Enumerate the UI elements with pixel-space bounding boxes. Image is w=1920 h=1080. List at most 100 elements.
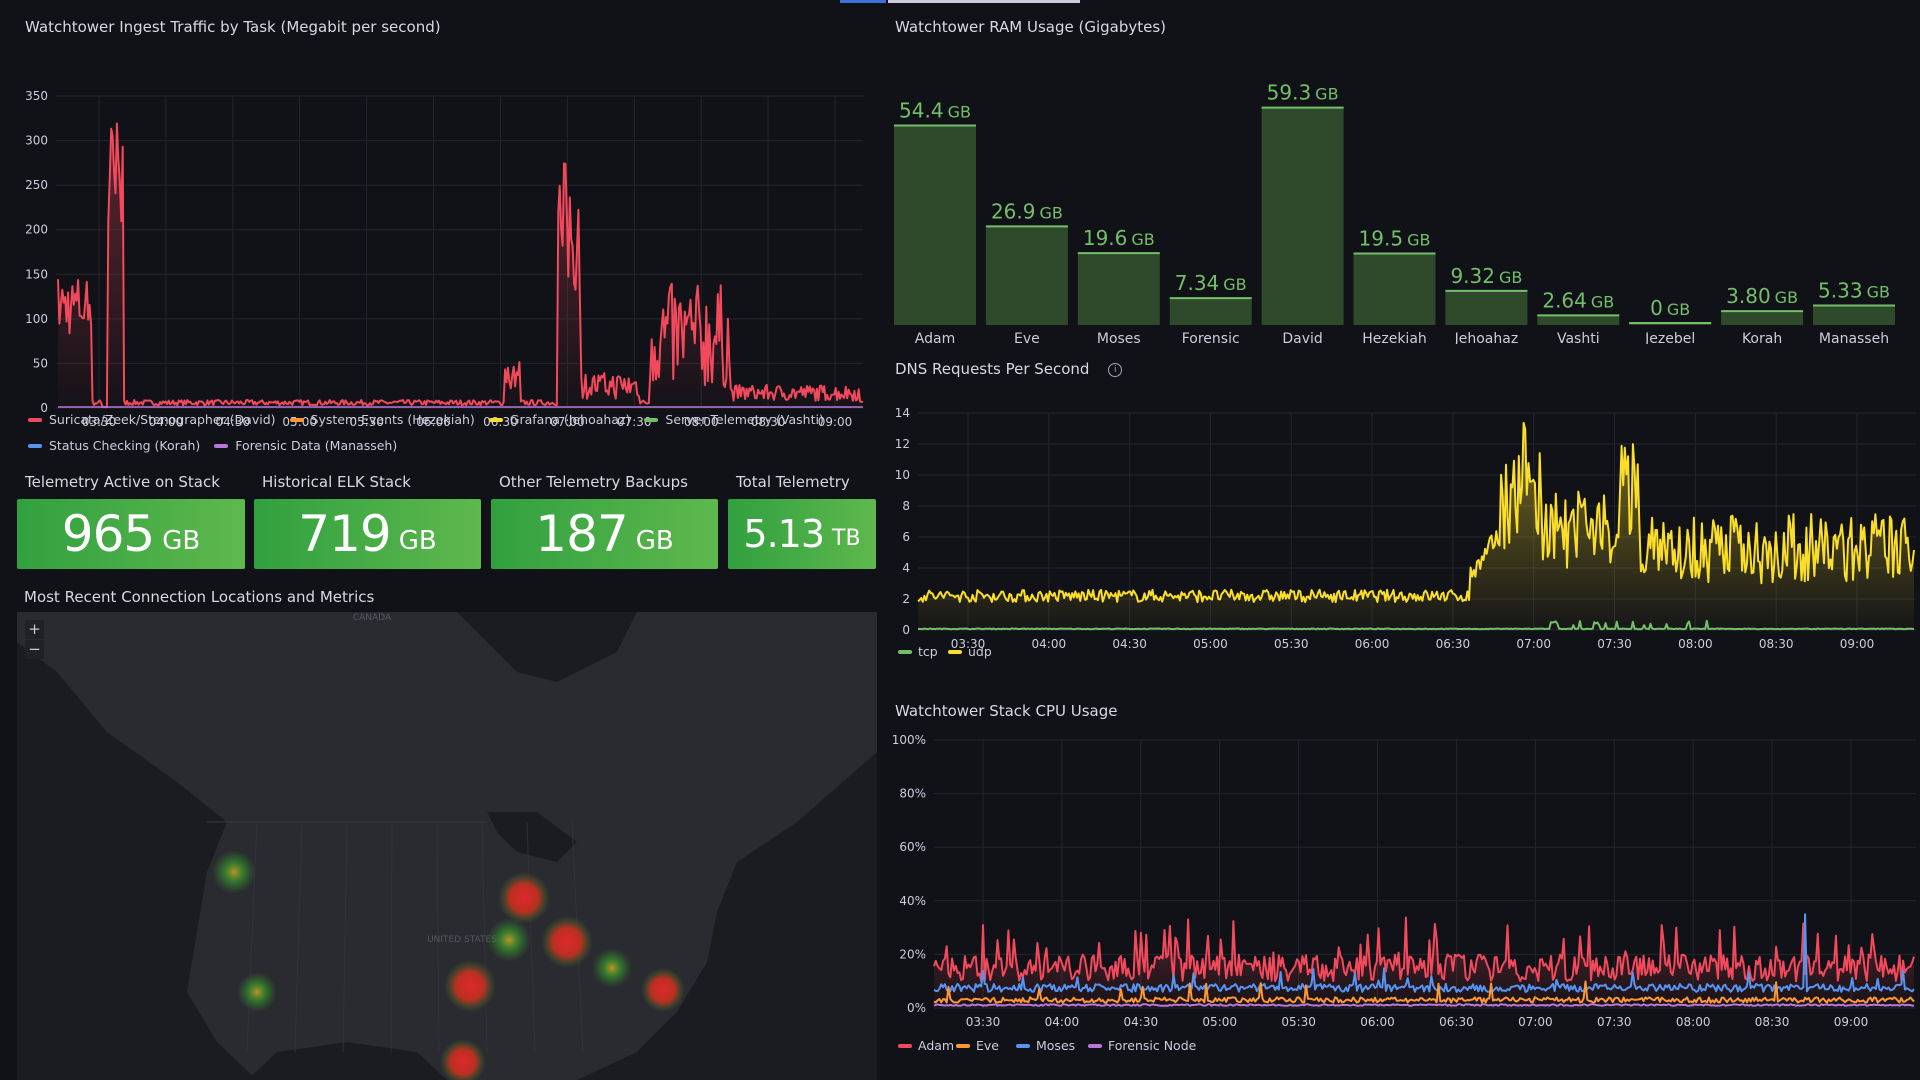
ram-bar-manasseh: 5.33 GB Manasseh (1813, 278, 1895, 344)
x-tick-label: 04:30 (1124, 1015, 1159, 1029)
bar-category-label: Korah (1742, 331, 1782, 344)
dns-title: DNS Requests Per Second (895, 360, 1090, 378)
legend-swatch (644, 418, 659, 422)
legend-swatch (214, 444, 229, 448)
ingest-series-david-area (58, 123, 863, 408)
panel-title: Most Recent Connection Locations and Met… (24, 588, 375, 606)
stat-value: 965 (61, 505, 155, 563)
bar-category-label: Forensic (1182, 331, 1240, 344)
bar (1169, 298, 1252, 325)
stat-title: Other Telemetry Backups (499, 473, 688, 491)
bar-value-label: 54.4 GB (899, 99, 971, 123)
stat-total-telemetry: Total Telemetry 5.13 TB (728, 473, 876, 569)
connection-marker (237, 972, 277, 1012)
legend-swatch (289, 418, 304, 422)
map-label-canada: CANADA (353, 613, 392, 623)
y-tick-label: 150 (25, 267, 48, 281)
legend-label: Status Checking (Korah) (49, 438, 201, 453)
bar-unit: GB (1039, 203, 1062, 222)
ingest-traffic-chart: 35030025020015010050003:30 04:00 04:30 05:0… (25, 89, 864, 429)
x-tick-label: 05:00 (1193, 637, 1228, 651)
y-tick-label: 2 (902, 592, 910, 606)
active-tab-indicator (840, 0, 886, 3)
bar (894, 125, 976, 326)
legend-label: Adam (918, 1038, 954, 1053)
y-tick-label: 50 (33, 356, 48, 370)
y-tick-label: 10 (895, 468, 910, 482)
y-tick-label: 100% (892, 733, 926, 747)
legend-item[interactable]: Status Checking (Korah) (28, 434, 200, 458)
ram-bar-david: 59.3 GB David (1261, 81, 1344, 344)
ram-bar-vashti: 2.64 GB Vashti (1537, 288, 1620, 344)
bar-value: 2.64 (1542, 288, 1587, 312)
ram-bar-chart: 54.4 GBAdam26.9 GBEve19.6 GBMoses7.34 GBFore… (894, 81, 1895, 344)
legend-label: Grafana (Jehoahaz) (509, 412, 631, 427)
y-tick-label: 250 (25, 178, 48, 192)
stat-box: 719 GB (254, 499, 481, 569)
y-tick-label: 350 (25, 89, 48, 103)
x-tick-label: 07:30 (1597, 1015, 1632, 1029)
stat-title: Telemetry Active on Stack (25, 473, 220, 491)
cpu-chart: 100% 80% 60% 40% 20% 0% 03:30 04:00 04:30 05:00 05… (892, 733, 1916, 1053)
zoom-out-button[interactable]: − (25, 640, 44, 659)
bar-unit: GB (1407, 231, 1430, 250)
bar-value-label: 0 GB (1650, 296, 1690, 320)
y-tick-label: 100 (25, 312, 48, 326)
legend-swatch (956, 1044, 970, 1048)
bar-category-label: Eve (1014, 331, 1040, 344)
legend-item[interactable]: Grafana (Jehoahaz) (488, 408, 631, 432)
bar-value: 9.32 (1450, 264, 1495, 288)
bar-unit: GB (1775, 288, 1798, 307)
bar-unit: GB (1131, 230, 1154, 249)
bar-category-label: Hezekiah (1362, 331, 1427, 344)
y-tick-label: 300 (25, 134, 48, 148)
y-tick-label: 4 (902, 561, 910, 575)
panel-title: DNS Requests Per Second i (895, 360, 1123, 378)
legend-item[interactable]: Suricata/Zeek/Stenographer (David) (28, 408, 276, 432)
bar-value: 59.3 (1267, 81, 1312, 105)
x-tick-label: 05:30 (1274, 637, 1309, 651)
zoom-in-button[interactable]: + (25, 620, 44, 639)
y-tick-label: 20% (899, 947, 926, 961)
legend-item[interactable]: Server Telemetry (Vashti) (644, 408, 824, 432)
dns-chart: 1412108642003:30 04:00 04:30 05:00 05:30 06:0… (895, 406, 1916, 659)
x-tick-label: 09:00 (1840, 637, 1875, 651)
legend-item[interactable]: Forensic Data (Manasseh) (214, 434, 397, 458)
bar-value-label: 19.5 GB (1359, 227, 1431, 251)
bar (985, 226, 1068, 325)
stat-box: 5.13 TB (728, 499, 876, 569)
bar-value-label: 7.34 GB (1175, 271, 1247, 295)
bar-unit: GB (1315, 85, 1338, 104)
info-icon[interactable]: i (1108, 362, 1123, 377)
legend-swatch (1088, 1044, 1102, 1048)
bar (1077, 253, 1160, 325)
legend-swatch (898, 650, 912, 654)
bar-category-label: Jezebel (1644, 331, 1695, 344)
x-tick-label: 08:30 (1759, 637, 1794, 651)
stat-other-backups: Other Telemetry Backups 187 GB (491, 473, 718, 569)
connection-marker (487, 918, 531, 962)
x-tick-label: 05:30 (1281, 1015, 1316, 1029)
connection-marker (592, 948, 632, 988)
bar-value: 19.6 (1083, 226, 1128, 250)
ingest-legend: Suricata/Zeek/Stenographer (David) System… (28, 406, 858, 458)
bar-unit: GB (1223, 275, 1246, 294)
bar-category-label: Adam (915, 331, 955, 344)
bar-unit: GB (1591, 292, 1614, 311)
connection-marker (641, 968, 685, 1012)
connection-marker (212, 850, 256, 894)
bar (1721, 311, 1804, 325)
dns-panel: DNS Requests Per Second i 14 12 10 8 6 4 2 0 03:… (888, 356, 1920, 686)
map-canvas: CANADA UNITED STATES (17, 612, 877, 1080)
legend-label: Moses (1036, 1038, 1075, 1053)
bar (1353, 253, 1436, 325)
map-view[interactable]: CANADA UNITED STATES + − (17, 612, 877, 1080)
x-tick-label: 07:00 (1516, 637, 1551, 651)
bar-unit: GB (1667, 300, 1690, 319)
legend-label: Forensic Data (Manasseh) (235, 438, 398, 453)
legend-item[interactable]: System Events (Hezekiah) (289, 408, 475, 432)
panel-title: Watchtower Stack CPU Usage (895, 702, 1118, 720)
x-tick-label: 08:30 (1755, 1015, 1790, 1029)
bar (1537, 315, 1620, 325)
bar-category-label: Jehoahaz (1454, 331, 1519, 344)
